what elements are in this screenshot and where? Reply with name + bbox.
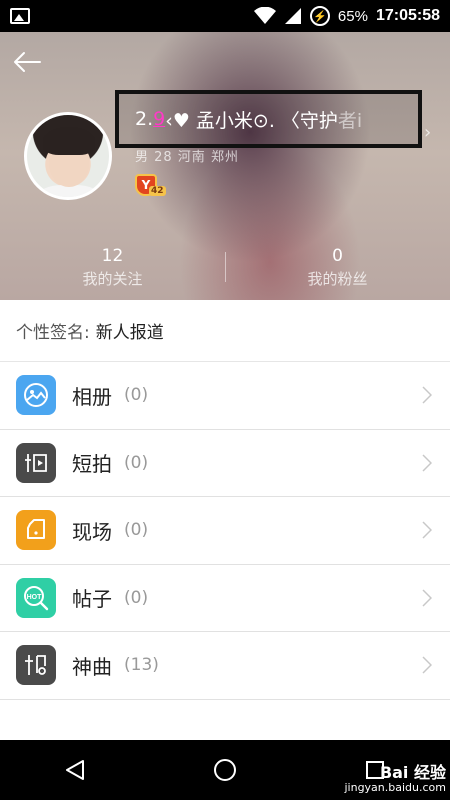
short-video-icon [16, 442, 56, 483]
back-arrow-icon[interactable] [12, 50, 42, 74]
menu-count: (13) [124, 655, 159, 676]
status-bar: ⚡ 65% 17:05:58 [0, 0, 450, 32]
menu-count: (0) [124, 452, 149, 473]
menu-item-posts[interactable]: HOT 帖子 (0) [0, 564, 450, 632]
signature-value: 新人报道 [95, 323, 164, 343]
menu-item-album[interactable]: 相册 (0) [0, 362, 450, 430]
nav-back-button[interactable] [55, 750, 95, 790]
album-icon [16, 375, 56, 416]
menu-count: (0) [124, 385, 149, 406]
watermark-line2: jingyan.baidu.com [344, 780, 446, 794]
signature-row[interactable]: 个性签名: 新人报道 [0, 300, 450, 362]
chevron-right-icon [422, 521, 432, 539]
username-main: ‹♥ 孟小米⊙. 〈守护 [165, 109, 338, 132]
username-faded: 者i [337, 109, 363, 132]
battery-icon: ⚡ [309, 6, 330, 26]
status-right: ⚡ 65% 17:05:58 [253, 6, 440, 26]
stats-row: 12 我的关注 0 我的粉丝 [0, 246, 450, 289]
live-scene-icon [16, 510, 56, 551]
status-time: 17:05:58 [375, 7, 440, 24]
user-meta: 男 28 河南 郑州 [135, 150, 239, 165]
menu-label: 神曲 [72, 654, 112, 679]
wifi-icon [253, 7, 276, 24]
watermark: Bai 经验 jingyan.baidu.com [344, 764, 446, 794]
signature-label: 个性签名: [16, 323, 90, 343]
signal-icon [284, 8, 301, 24]
system-nav-bar: Bai 经验 jingyan.baidu.com [0, 740, 450, 800]
avatar[interactable] [24, 112, 112, 200]
menu-item-music[interactable]: 神曲 (13) [0, 632, 450, 700]
username-pink: 9 [153, 108, 166, 130]
username-prefix: 2. [135, 108, 154, 130]
menu-count: (0) [124, 520, 149, 541]
stat-following[interactable]: 12 我的关注 [0, 246, 225, 289]
username[interactable]: 2. 9 ‹♥ 孟小米⊙. 〈守护 者i [115, 90, 422, 148]
profile-chevron-icon[interactable]: › [424, 122, 431, 143]
menu-label: 短拍 [72, 452, 112, 477]
stat-count: 0 [332, 246, 343, 266]
svg-text:HOT: HOT [27, 594, 43, 601]
profile-menu: 相册 (0) 短拍 (0) 现场 (0) HOT 帖子 (0) 神曲 (13) [0, 362, 450, 700]
level-badge[interactable]: Y 42 [135, 174, 166, 198]
level-number: 42 [149, 186, 166, 196]
chevron-right-icon [422, 453, 432, 472]
menu-label: 现场 [72, 519, 112, 544]
back-triangle-icon [66, 760, 84, 780]
battery-percent: 65% [337, 7, 368, 25]
chevron-right-icon [422, 656, 432, 674]
watermark-line1: Bai 经验 [379, 763, 446, 783]
menu-count: (0) [124, 587, 149, 608]
image-icon [10, 8, 30, 24]
menu-label: 相册 [72, 384, 112, 409]
menu-item-live-scene[interactable]: 现场 (0) [0, 497, 450, 565]
nav-home-button[interactable] [205, 750, 245, 790]
profile-header: 2. 9 ‹♥ 孟小米⊙. 〈守护 者i › 男 28 河南 郑州 Y 42 12 我… [0, 32, 450, 300]
stat-label: 我的粉丝 [307, 270, 368, 288]
menu-label: 帖子 [72, 587, 112, 612]
home-circle-icon [214, 759, 236, 781]
menu-item-short-video[interactable]: 短拍 (0) [0, 429, 450, 497]
hot-post-icon: HOT [16, 577, 56, 618]
chevron-right-icon [422, 588, 432, 607]
stat-count: 12 [101, 246, 124, 266]
stat-followers[interactable]: 0 我的粉丝 [225, 246, 450, 289]
stat-label: 我的关注 [82, 270, 143, 288]
chevron-right-icon [422, 386, 432, 404]
stat-divider [225, 252, 226, 282]
music-icon [16, 645, 56, 686]
